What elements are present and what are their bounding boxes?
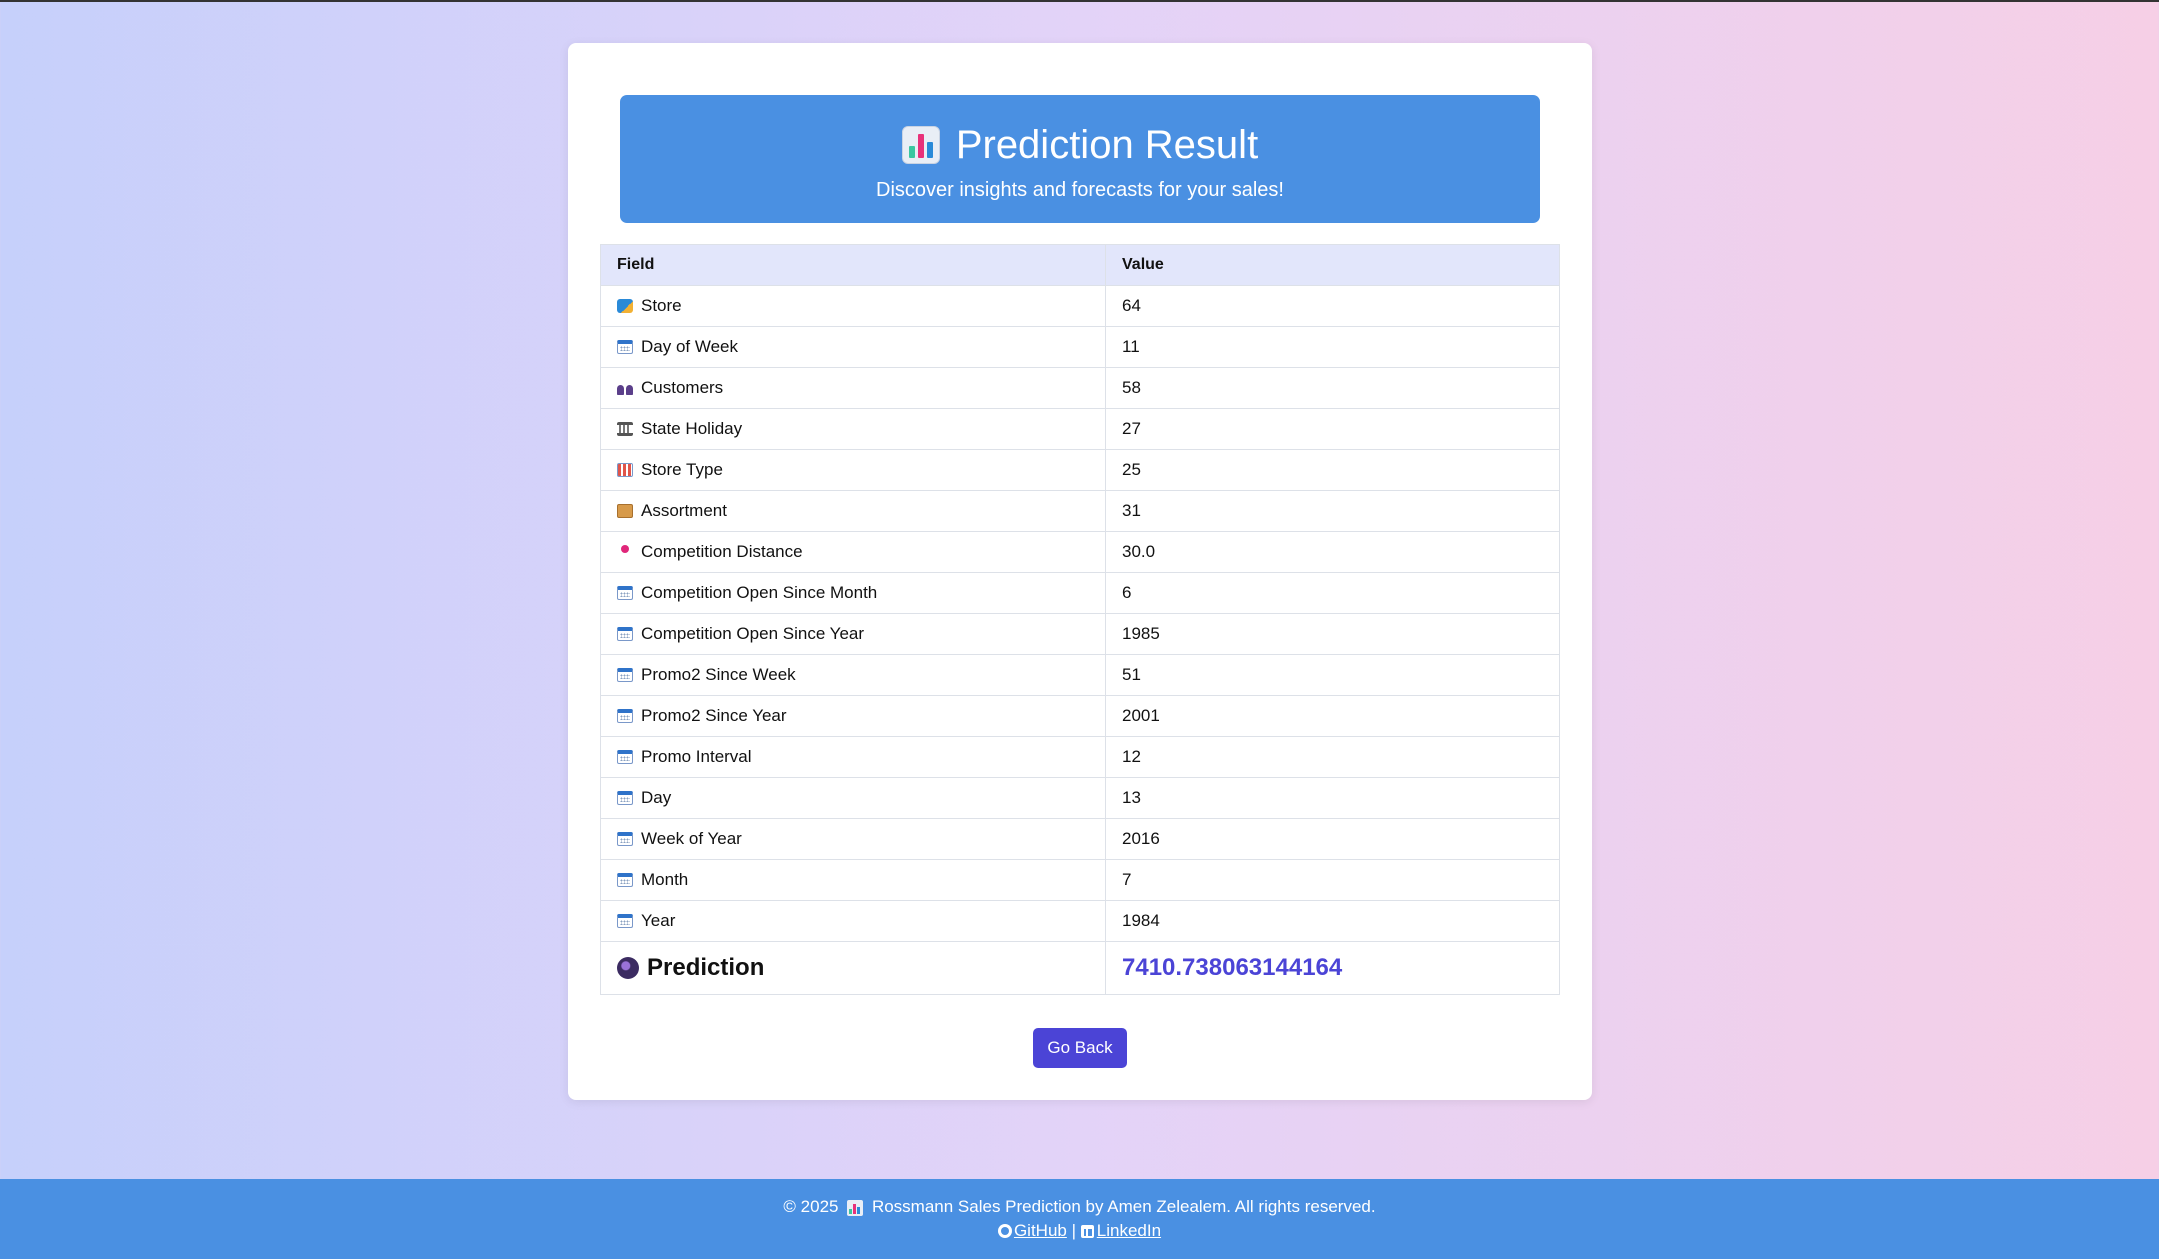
crystal-ball-icon — [617, 957, 639, 979]
table-row: Competition Open Since Year 1985 — [600, 613, 1560, 655]
package-icon — [617, 504, 633, 518]
row-field: Competition Open Since Year — [641, 624, 865, 643]
table-row: Year 1984 — [600, 900, 1560, 942]
row-field: State Holiday — [641, 419, 743, 438]
table-row: Day 13 — [600, 777, 1560, 819]
row-value: 6 — [1105, 572, 1560, 614]
row-field: Store Type — [641, 460, 723, 479]
people-icon — [617, 381, 633, 395]
calendar-icon — [617, 791, 633, 805]
table-row: Competition Distance 30.0 — [600, 531, 1560, 573]
row-field: Competition Open Since Month — [641, 583, 878, 602]
store-icon — [617, 463, 633, 477]
row-value: 11 — [1105, 326, 1560, 368]
calendar-icon — [617, 914, 633, 928]
copyright-year: © 2025 — [783, 1197, 839, 1216]
row-field: Month — [641, 870, 689, 889]
github-icon — [997, 1224, 1012, 1238]
row-value: 13 — [1105, 777, 1560, 819]
calendar-icon — [617, 586, 633, 600]
table-row: Customers 58 — [600, 367, 1560, 409]
row-value: 58 — [1105, 367, 1560, 409]
column-header-value: Value — [1105, 244, 1560, 286]
shopping-bags-icon — [617, 299, 633, 313]
table-row: Store Type 25 — [600, 449, 1560, 491]
row-field: Promo2 Since Year — [641, 706, 787, 725]
pin-icon — [617, 545, 633, 559]
github-label: GitHub — [1013, 1221, 1067, 1240]
row-value: 1984 — [1105, 900, 1560, 942]
footer-copyright: © 2025 Rossmann Sales Prediction by Amen… — [0, 1196, 2159, 1218]
page-title: Prediction Result — [955, 123, 1259, 167]
row-value: 27 — [1105, 408, 1560, 450]
row-value: 64 — [1105, 285, 1560, 327]
row-value: 30.0 — [1105, 531, 1560, 573]
row-value: 31 — [1105, 490, 1560, 532]
row-value: 12 — [1105, 736, 1560, 778]
row-field: Day of Week — [641, 337, 739, 356]
row-value: 1985 — [1105, 613, 1560, 655]
row-value: 2016 — [1105, 818, 1560, 860]
table-row: Day of Week 11 — [600, 326, 1560, 368]
row-value: 51 — [1105, 654, 1560, 696]
prediction-row: Prediction 7410.738063144164 — [600, 941, 1560, 995]
table-row: Promo Interval 12 — [600, 736, 1560, 778]
row-field: Year — [641, 911, 676, 930]
row-value: 7 — [1105, 859, 1560, 901]
bank-icon — [617, 422, 633, 436]
row-field: Competition Distance — [641, 542, 803, 561]
footer-links: GitHub | LinkedIn — [0, 1220, 2159, 1242]
linkedin-link[interactable]: LinkedIn — [1080, 1221, 1162, 1240]
bar-chart-icon — [901, 126, 940, 164]
result-card: Prediction Result Discover insights and … — [568, 43, 1592, 1100]
linkedin-icon — [1080, 1225, 1094, 1238]
row-field: Promo2 Since Week — [641, 665, 796, 684]
row-field: Day — [641, 788, 672, 807]
calendar-icon — [617, 832, 633, 846]
row-value: 2001 — [1105, 695, 1560, 737]
prediction-value: 7410.738063144164 — [1105, 941, 1560, 995]
calendar-icon — [617, 627, 633, 641]
table-row: Promo2 Since Year 2001 — [600, 695, 1560, 737]
table-row: Competition Open Since Month 6 — [600, 572, 1560, 614]
row-field: Customers — [641, 378, 724, 397]
table-row: Assortment 31 — [600, 490, 1560, 532]
prediction-table: Field Value Store 64 Day of Week 11 Cust… — [600, 244, 1560, 995]
row-field: Promo Interval — [641, 747, 752, 766]
header-banner: Prediction Result Discover insights and … — [620, 95, 1540, 223]
footer: © 2025 Rossmann Sales Prediction by Amen… — [0, 1179, 2159, 1259]
page-subtitle: Discover insights and forecasts for your… — [876, 179, 1284, 201]
row-value: 25 — [1105, 449, 1560, 491]
table-row: Store 64 — [600, 285, 1560, 327]
bar-chart-icon — [847, 1200, 864, 1216]
prediction-label: Prediction — [647, 954, 765, 981]
row-field: Assortment — [641, 501, 727, 520]
calendar-icon — [617, 340, 633, 354]
row-field: Store — [641, 296, 682, 315]
table-row: State Holiday 27 — [600, 408, 1560, 450]
calendar-icon — [617, 873, 633, 887]
column-header-field: Field — [600, 244, 1106, 286]
table-header-row: Field Value — [600, 244, 1560, 286]
footer-separator: | — [1071, 1221, 1077, 1240]
page-title-row: Prediction Result — [620, 121, 1540, 169]
linkedin-label: LinkedIn — [1096, 1221, 1162, 1240]
table-row: Week of Year 2016 — [600, 818, 1560, 860]
calendar-icon — [617, 750, 633, 764]
github-link[interactable]: GitHub — [997, 1221, 1067, 1240]
calendar-icon — [617, 668, 633, 682]
go-back-button[interactable]: Go Back — [1033, 1028, 1127, 1068]
row-field: Week of Year — [641, 829, 742, 848]
table-row: Month 7 — [600, 859, 1560, 901]
calendar-icon — [617, 709, 633, 723]
table-row: Promo2 Since Week 51 — [600, 654, 1560, 696]
footer-text: Rossmann Sales Prediction by Amen Zeleal… — [871, 1197, 1376, 1216]
